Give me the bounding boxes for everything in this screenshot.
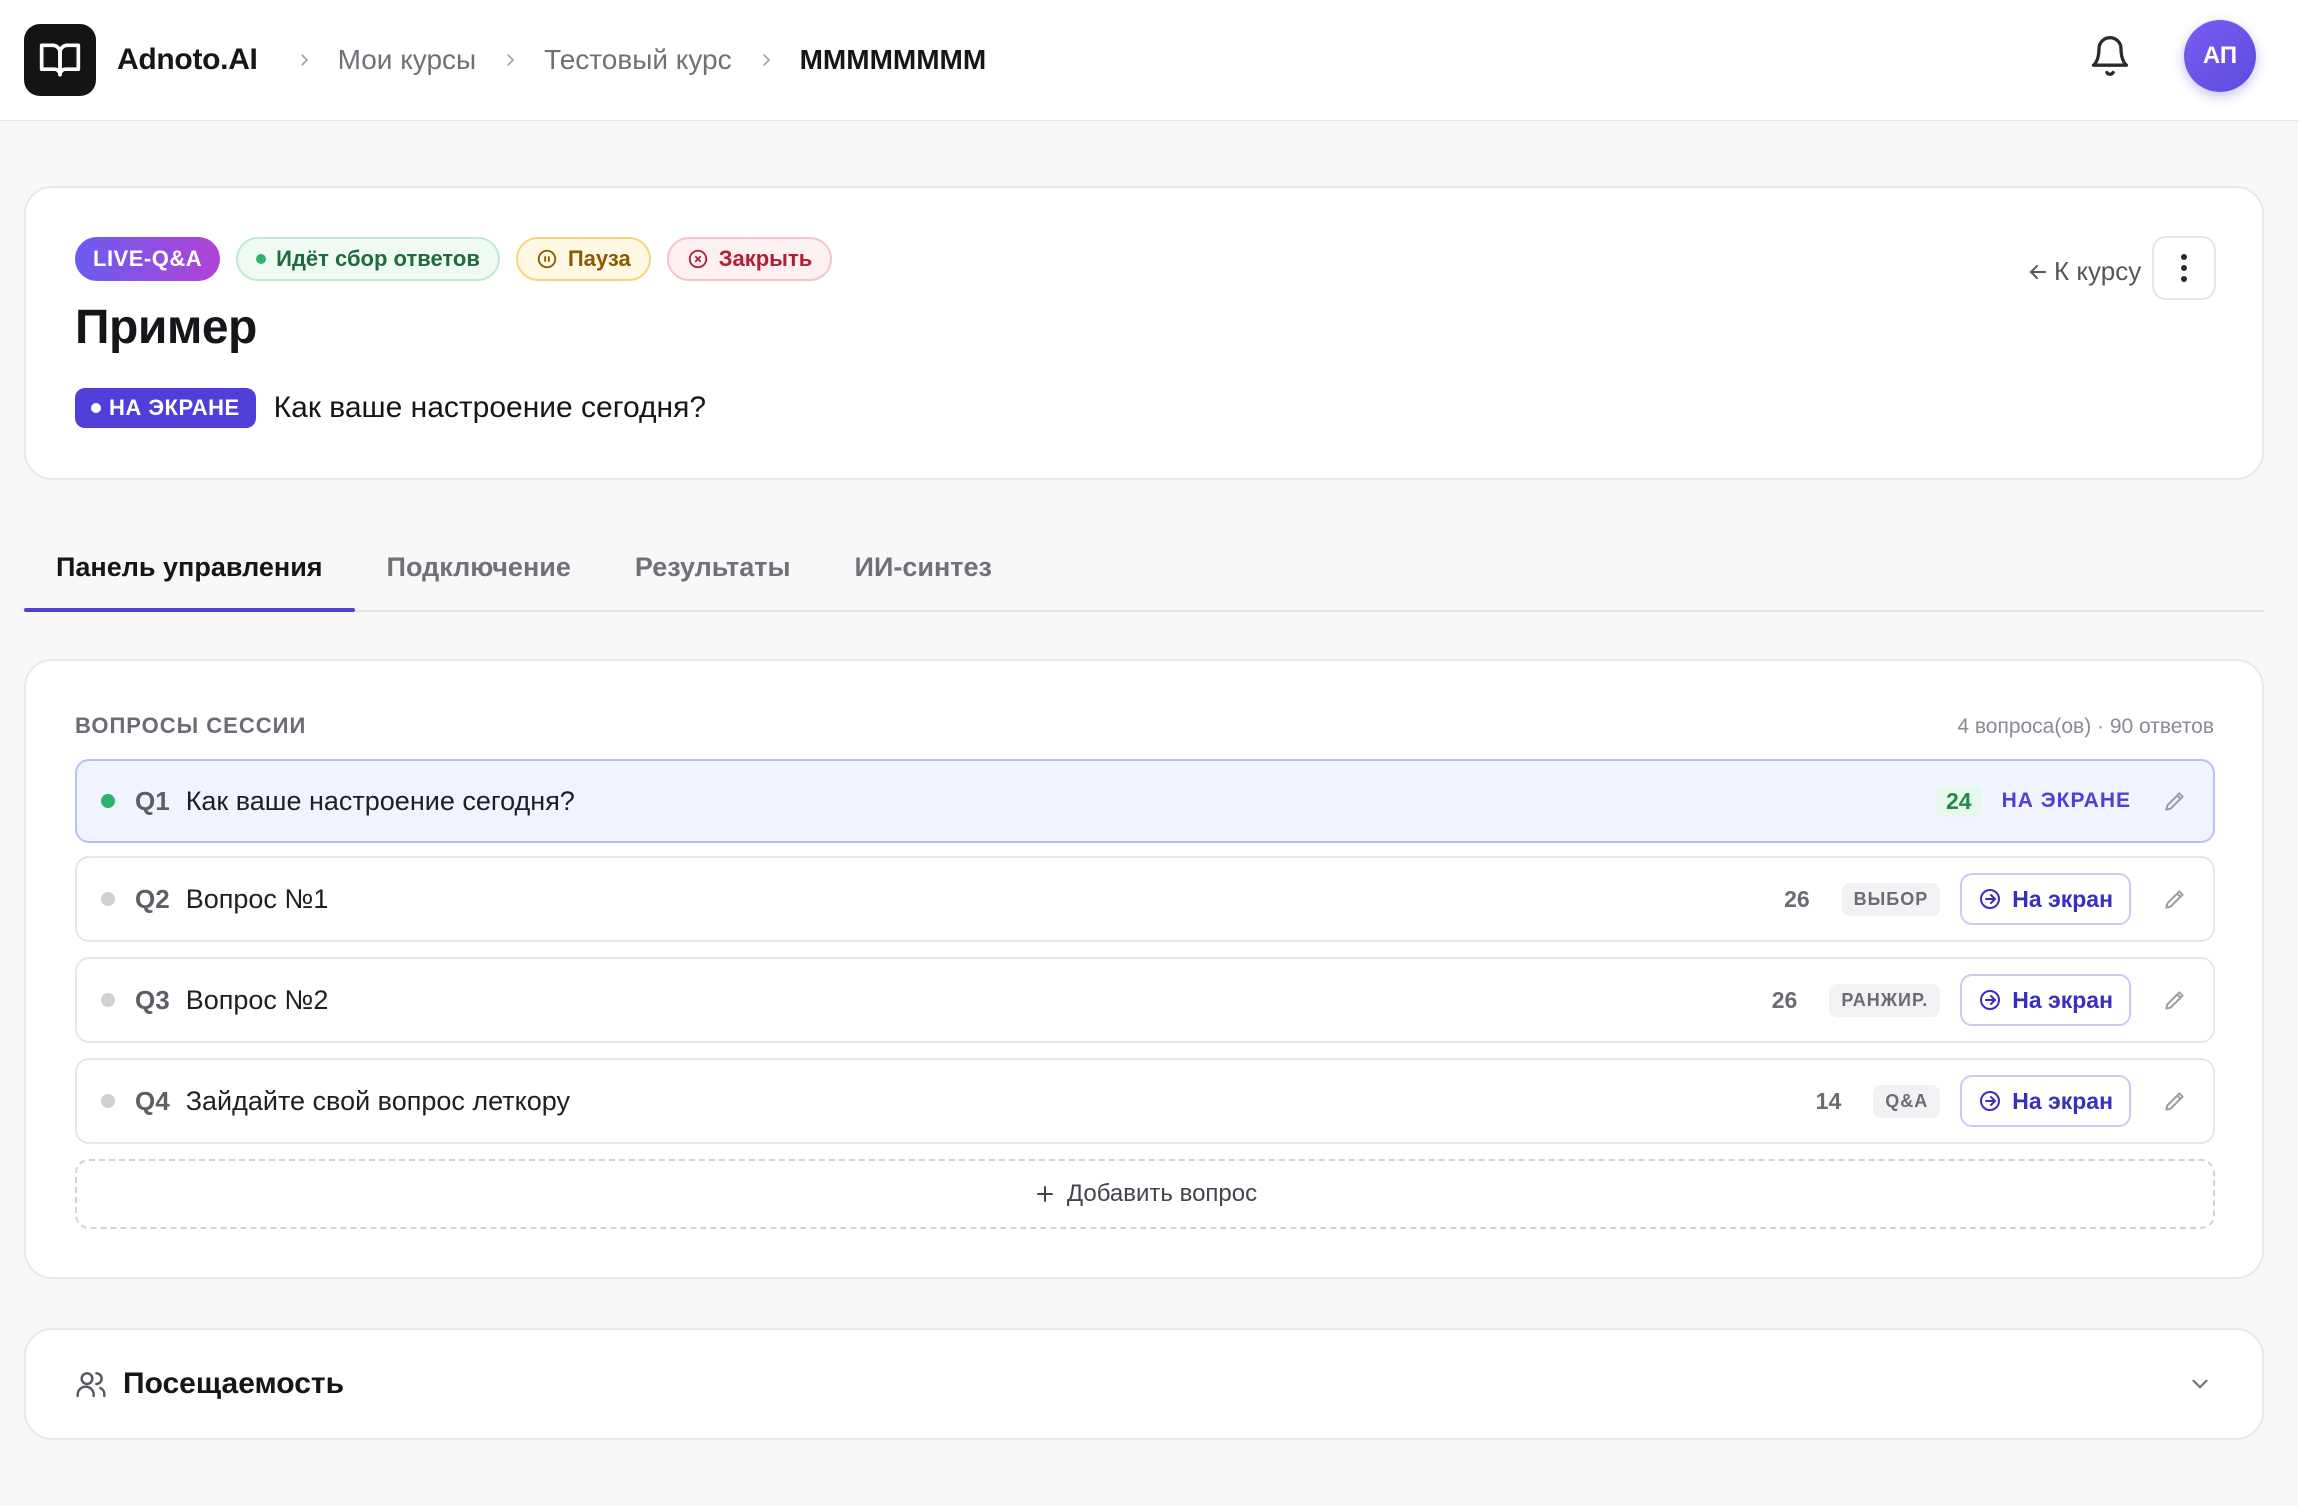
onscreen-question-row: НА ЭКРАНЕ Как ваше настроение сегодня?	[75, 388, 706, 428]
edit-question-button[interactable]	[2161, 885, 2189, 913]
pause-icon	[536, 248, 558, 270]
status-dot	[256, 254, 267, 264]
chevron-down-icon[interactable]	[2187, 1371, 2213, 1397]
onscreen-status: НА ЭКРАНЕ	[2001, 789, 2131, 812]
show-on-screen-label: На экран	[2012, 1087, 2113, 1114]
arrow-right-circle-icon	[1980, 889, 2001, 909]
plus-icon	[1036, 1186, 1053, 1202]
back-to-course-link[interactable]: К курсу	[2026, 256, 2141, 287]
tab-ai-synthesis[interactable]: ИИ-синтез	[823, 538, 1024, 610]
edit-question-button[interactable]	[2161, 986, 2189, 1014]
brand-name: Adnoto.AI	[117, 43, 258, 76]
question-type-badge: ВЫБОР	[1841, 882, 1941, 916]
chevron-right-icon	[746, 51, 786, 69]
pencil-icon	[2165, 792, 2184, 811]
users-icon	[76, 1372, 106, 1398]
breadcrumb: Мои курсы Тестовый курс ММММММММ	[284, 44, 1001, 76]
onscreen-dot	[91, 403, 101, 413]
question-type-badge: РАНЖИР.	[1829, 983, 1941, 1017]
question-number: Q4	[135, 1085, 170, 1116]
status-dot	[101, 1094, 115, 1108]
show-on-screen-label: На экран	[2012, 885, 2113, 912]
logo[interactable]	[24, 24, 96, 96]
more-options-button[interactable]	[2152, 236, 2216, 300]
status-dot	[101, 892, 115, 906]
tab-results[interactable]: Результаты	[603, 538, 823, 610]
session-questions-card: ВОПРОСЫ СЕССИИ 4 вопроса(ов) · 90 ответо…	[24, 659, 2264, 1279]
question-text: Вопрос №2	[185, 984, 329, 1015]
answer-count: 14	[1815, 1087, 1842, 1114]
question-type-badge: Q&A	[1873, 1084, 1941, 1118]
pause-button[interactable]: Пауза	[515, 237, 651, 281]
attendance-section[interactable]: Посещаемость	[24, 1328, 2264, 1440]
pause-label: Пауза	[567, 246, 631, 271]
pencil-icon	[2165, 1092, 2184, 1111]
close-session-label: Закрыть	[718, 246, 813, 271]
edit-question-button[interactable]	[2161, 1087, 2189, 1115]
close-session-button[interactable]: Закрыть	[666, 237, 833, 281]
show-on-screen-button[interactable]: На экран	[1960, 974, 2131, 1026]
answer-count: 24	[1935, 785, 1982, 817]
pencil-icon	[2165, 890, 2184, 909]
answer-count: 26	[1771, 986, 1798, 1013]
question-text: Вопрос №1	[185, 883, 329, 914]
tab-dashboard[interactable]: Панель управления	[24, 538, 355, 612]
question-row[interactable]: Q4 Зайдайте свой вопрос леткору 14 Q&A Н…	[75, 1058, 2215, 1144]
top-bar: Adnoto.AI Мои курсы Тестовый курс ММММММ…	[0, 0, 2298, 121]
arrow-left-icon	[2029, 264, 2046, 279]
add-question-label: Добавить вопрос	[1066, 1180, 1258, 1207]
show-on-screen-button[interactable]: На экран	[1960, 873, 2131, 925]
questions-meta: 4 вопроса(ов) · 90 ответов	[1957, 715, 2214, 738]
breadcrumb-current: ММММММММ	[799, 44, 987, 75]
edit-question-button[interactable]	[2161, 787, 2189, 815]
arrow-right-circle-icon	[1980, 990, 2001, 1010]
kebab-icon	[2181, 254, 2187, 282]
close-circle-icon	[687, 248, 709, 270]
tab-connection[interactable]: Подключение	[355, 538, 603, 610]
question-number: Q2	[135, 883, 170, 914]
collecting-status-badge: Идёт сбор ответов	[236, 237, 500, 281]
back-to-course-label: К курсу	[2054, 256, 2142, 286]
tab-bar: Панель управления Подключение Результаты…	[24, 538, 2264, 612]
notifications-button[interactable]	[2088, 33, 2132, 79]
session-badges: LIVE-Q&A Идёт сбор ответов Пауза Закрыть	[75, 237, 833, 281]
bell-icon	[2091, 36, 2129, 76]
breadcrumb-course[interactable]: Тестовый курс	[544, 44, 731, 76]
question-row[interactable]: Q1 Как ваше настроение сегодня? 24 НА ЭК…	[75, 759, 2215, 843]
question-text: Как ваше настроение сегодня?	[185, 785, 575, 816]
live-qa-badge: LIVE-Q&A	[75, 237, 221, 281]
session-header-card: LIVE-Q&A Идёт сбор ответов Пауза Закрыть…	[24, 186, 2264, 480]
collecting-status-label: Идёт сбор ответов	[276, 246, 480, 271]
status-dot	[101, 794, 115, 808]
pencil-icon	[2165, 991, 2184, 1010]
add-question-button[interactable]: Добавить вопрос	[75, 1159, 2215, 1229]
questions-heading: ВОПРОСЫ СЕССИИ	[75, 713, 307, 738]
question-row[interactable]: Q2 Вопрос №1 26 ВЫБОР На экран	[75, 856, 2215, 942]
show-on-screen-label: На экран	[2012, 986, 2113, 1013]
question-text: Зайдайте свой вопрос леткору	[185, 1085, 570, 1116]
arrow-right-circle-icon	[1980, 1091, 2001, 1111]
book-icon	[39, 43, 81, 77]
session-title: Пример	[75, 301, 257, 354]
onscreen-question-text: Как ваше настроение сегодня?	[273, 391, 707, 424]
show-on-screen-button[interactable]: На экран	[1960, 1075, 2131, 1127]
breadcrumb-my-courses[interactable]: Мои курсы	[338, 44, 477, 76]
question-row[interactable]: Q3 Вопрос №2 26 РАНЖИР. На экран	[75, 957, 2215, 1043]
question-number: Q3	[135, 984, 170, 1015]
chevron-right-icon	[490, 51, 530, 69]
onscreen-badge: НА ЭКРАНЕ	[75, 388, 256, 428]
question-number: Q1	[135, 785, 170, 816]
chevron-right-icon	[284, 51, 324, 69]
answer-count: 26	[1784, 885, 1810, 912]
onscreen-badge-label: НА ЭКРАНЕ	[109, 395, 240, 420]
questions-list: Q1 Как ваше настроение сегодня? 24 НА ЭК…	[75, 759, 2215, 1229]
attendance-title: Посещаемость	[123, 1367, 345, 1400]
status-dot	[101, 993, 115, 1007]
avatar[interactable]: АП	[2184, 20, 2256, 92]
